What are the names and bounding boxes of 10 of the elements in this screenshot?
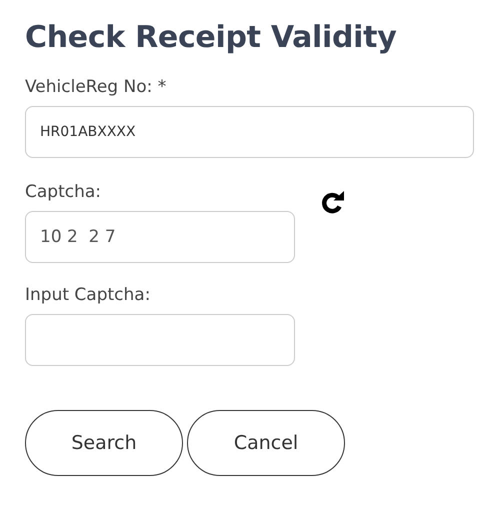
input-field[interactable]: HR01ABXXXX — [25, 106, 474, 158]
search-button[interactable]: Search — [25, 410, 183, 476]
input-field[interactable] — [25, 314, 295, 366]
page-title: Check Receipt Validity — [25, 20, 398, 55]
refresh-icon[interactable] — [320, 191, 346, 215]
field-label: VehicleReg No: * — [25, 77, 168, 97]
cancel-button[interactable]: Cancel — [187, 410, 345, 476]
field-label: Input Captcha: — [25, 285, 152, 305]
field-label: Captcha: — [25, 182, 102, 202]
captcha-field: 10 2 2 7 — [25, 211, 295, 263]
